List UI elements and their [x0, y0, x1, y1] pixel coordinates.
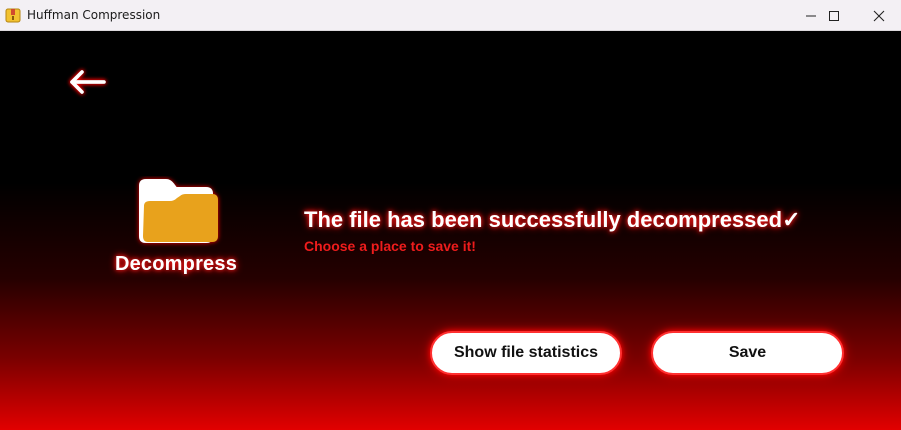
success-message: The file has been successfully decompres… [304, 207, 801, 232]
maximize-button[interactable] [811, 0, 857, 31]
maximize-icon [829, 10, 839, 21]
show-file-statistics-button[interactable]: Show file statistics [430, 331, 622, 375]
save-prompt: Choose a place to save it! [304, 238, 476, 254]
app-icon [5, 8, 21, 23]
decompress-label: Decompress [114, 253, 238, 275]
close-button[interactable] [856, 0, 901, 31]
close-icon [873, 10, 885, 21]
window-title: Huffman Compression [27, 8, 161, 22]
main-panel: Decompress The file has been successfull… [0, 31, 901, 430]
back-arrow-icon[interactable] [64, 65, 112, 99]
folder-icon[interactable] [134, 176, 224, 248]
title-bar: Huffman Compression [0, 0, 901, 31]
save-button[interactable]: Save [651, 331, 844, 375]
